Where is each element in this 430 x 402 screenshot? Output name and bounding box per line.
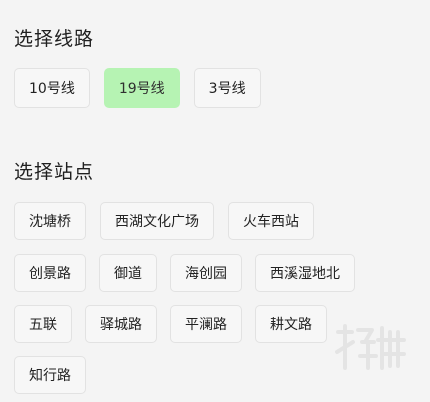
- station-chip-wulian[interactable]: 五联: [14, 305, 72, 343]
- line-section-title: 选择线路: [14, 28, 95, 50]
- station-chip-xihu-wenhua-guangchang[interactable]: 西湖文化广场: [100, 202, 214, 240]
- station-chip-row: 沈塘桥 西湖文化广场 火车西站: [14, 202, 314, 240]
- station-chip-gengwenlu[interactable]: 耕文路: [255, 305, 327, 343]
- station-chip-pinglanlu[interactable]: 平澜路: [170, 305, 242, 343]
- station-section-title: 选择站点: [14, 161, 95, 183]
- watermark-logo-icon: [335, 324, 406, 370]
- station-chip-haichuangyuan[interactable]: 海创园: [170, 254, 242, 292]
- station-chip-xixi-shidi-bei[interactable]: 西溪湿地北: [255, 254, 355, 292]
- station-chip-row: 五联 驿城路 平澜路 耕文路: [14, 305, 327, 343]
- station-chip-zhixinglu[interactable]: 知行路: [14, 356, 86, 394]
- line-chip-19[interactable]: 19号线: [103, 68, 180, 108]
- station-chip-row: 创景路 御道 海创园 西溪湿地北: [14, 254, 355, 292]
- line-chip-3[interactable]: 3号线: [193, 68, 261, 108]
- station-chip-yudao[interactable]: 御道: [99, 254, 157, 292]
- station-chip-yichenglu[interactable]: 驿城路: [85, 305, 157, 343]
- station-chip-shentangqiao[interactable]: 沈塘桥: [14, 202, 86, 240]
- line-chip-10[interactable]: 10号线: [14, 68, 90, 108]
- station-chip-huoche-xizhan[interactable]: 火车西站: [228, 202, 314, 240]
- station-chip-row: 知行路: [14, 356, 86, 394]
- line-chip-row: 10号线 19号线 3号线: [14, 68, 261, 108]
- station-chip-chuangjinglu[interactable]: 创景路: [14, 254, 86, 292]
